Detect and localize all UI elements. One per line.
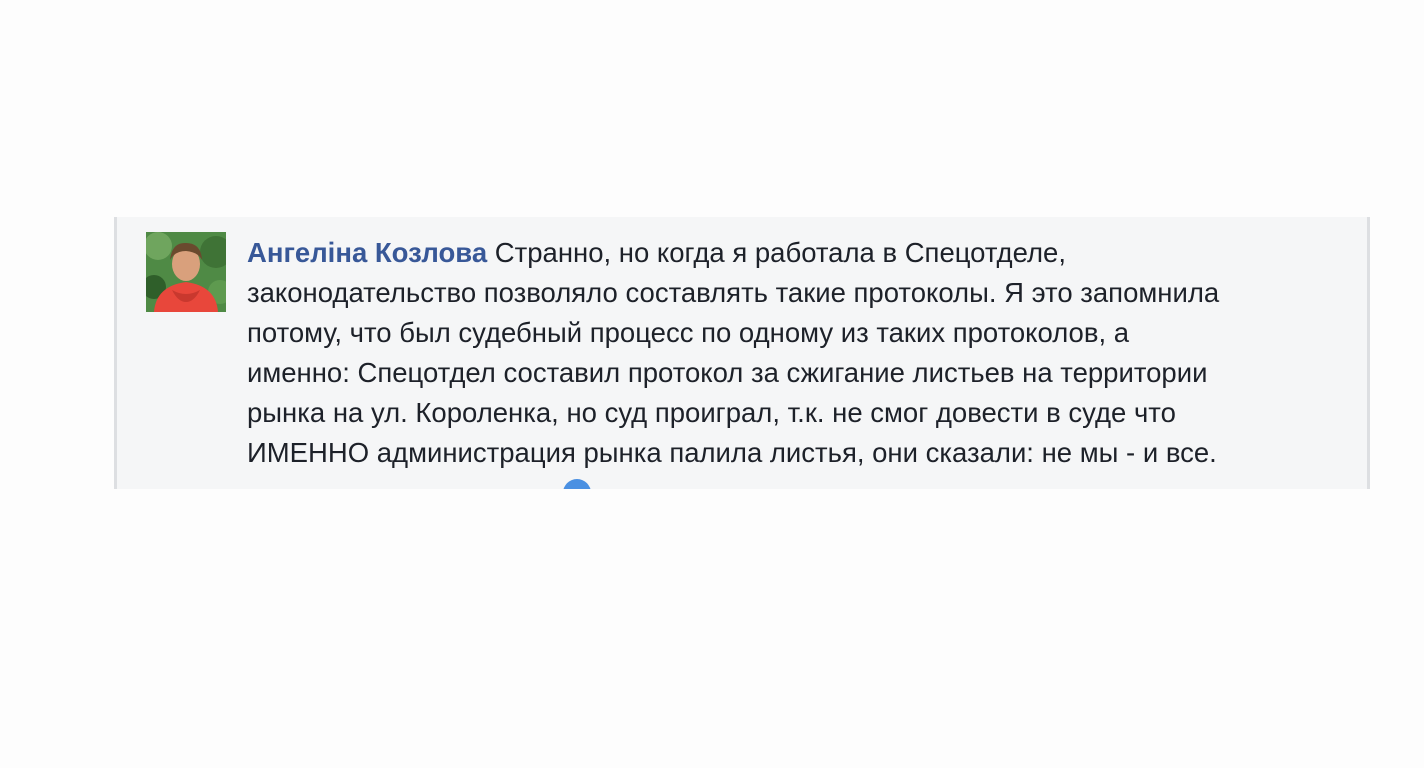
avatar-photo <box>146 232 226 312</box>
avatar[interactable] <box>146 232 226 312</box>
comment-line: ИМЕННО администрация рынка палила листья… <box>247 437 1217 468</box>
comment-line: рынка на ул. Короленка, но суд проиграл,… <box>247 397 1176 428</box>
author-link[interactable]: Ангеліна Козлова <box>247 237 487 268</box>
reaction-icon[interactable] <box>563 479 591 489</box>
comment-body: Ангеліна Козлова Странно, но когда я раб… <box>247 233 1337 473</box>
comment-panel: Ангеліна Козлова Странно, но когда я раб… <box>114 217 1370 489</box>
comment-line: потому, что был судебный процесс по одно… <box>247 317 1130 348</box>
comment-actions-row <box>247 479 1047 489</box>
comment-line: законодательство позволяло составлять та… <box>247 277 1220 308</box>
comment-line: именно: Спецотдел составил протокол за с… <box>247 357 1208 388</box>
comment-line: Странно, но когда я работала в Спецотдел… <box>494 237 1066 268</box>
